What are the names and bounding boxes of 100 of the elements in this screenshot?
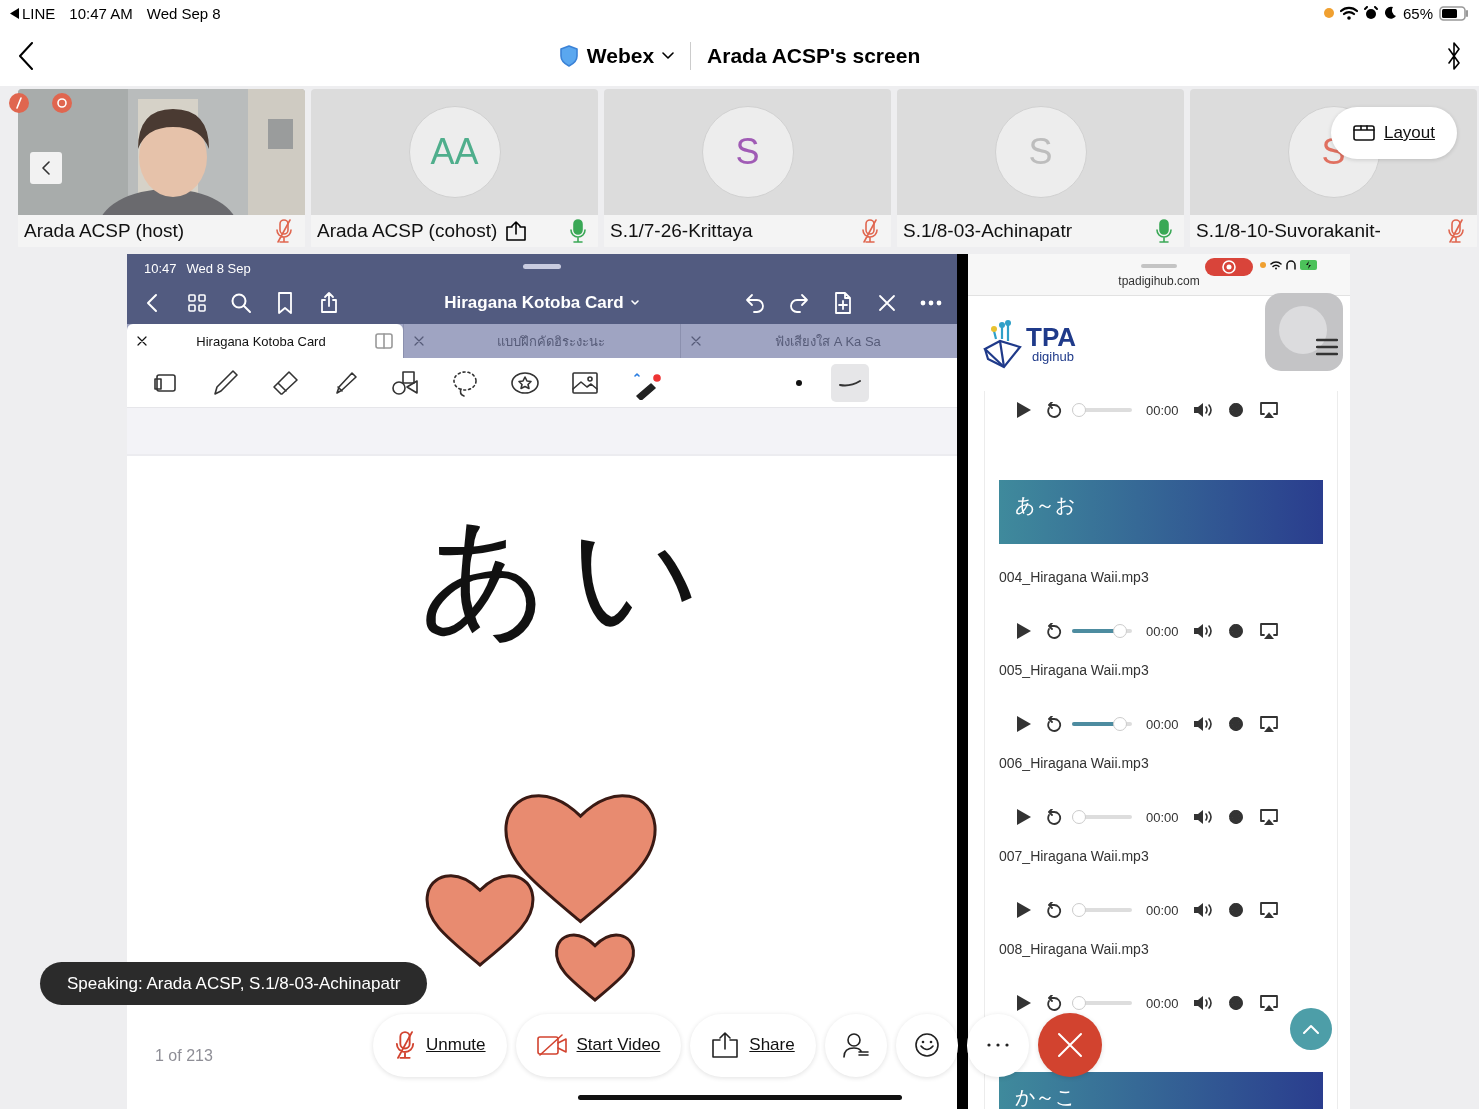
status-time: 10:47 AM — [69, 4, 133, 22]
play-icon[interactable] — [1016, 901, 1032, 919]
participant-name: Arada ACSP (cohost) — [317, 220, 498, 242]
dot-size-icon[interactable] — [795, 378, 803, 387]
time-text: 00:00 — [1146, 902, 1179, 918]
alarm-icon — [1363, 6, 1378, 20]
time-text: 00:00 — [1146, 402, 1179, 418]
battery-percentage: 65% — [1402, 4, 1433, 22]
wifi-icon — [1339, 6, 1358, 20]
moon-icon — [1383, 6, 1397, 20]
headphones-icon — [1286, 260, 1296, 270]
caret-icon — [629, 299, 640, 307]
screen-title: Arada ACSP's screen — [707, 44, 921, 68]
avatar-initials: S — [735, 131, 760, 173]
bluetooth-icon[interactable] — [1447, 41, 1461, 71]
file-name: 007_Hiragana Waii.mp3 — [999, 847, 1150, 866]
airplay-icon[interactable] — [1258, 401, 1279, 419]
section-banner: あ～お — [999, 480, 1323, 544]
participant-name: S.1/7-26-Krittaya — [610, 220, 753, 242]
replay-icon[interactable] — [1046, 995, 1062, 1011]
back-chevron-icon[interactable] — [18, 42, 34, 70]
play-icon[interactable] — [1016, 808, 1032, 826]
avatar-initials: AA — [430, 131, 479, 173]
url-text[interactable]: tpadigihub.com — [1118, 274, 1200, 288]
recording-badge-icon — [52, 93, 72, 113]
handwriting-text: あい — [419, 506, 721, 647]
play-icon[interactable] — [1016, 715, 1032, 733]
device-date: Wed 8 Sep — [186, 260, 251, 276]
airplay-icon[interactable] — [1258, 994, 1279, 1012]
page-indicator: 1 of 213 — [155, 1047, 213, 1065]
airplay-icon[interactable] — [1258, 808, 1279, 826]
privacy-indicator-icon — [1323, 8, 1334, 18]
speaking-indicator: Speaking: Arada ACSP, S.1/8-03-Achinapatr — [67, 973, 401, 994]
volume-icon[interactable] — [1192, 995, 1213, 1011]
back-triangle-icon[interactable] — [10, 7, 19, 19]
stroke-style-button[interactable] — [831, 363, 869, 402]
replay-icon[interactable] — [1046, 902, 1062, 918]
webex-menu-button[interactable]: Webex — [558, 44, 675, 68]
split-view-icon[interactable] — [375, 333, 393, 349]
participant-name: Arada ACSP (host) — [24, 220, 185, 242]
wifi-icon — [1270, 260, 1282, 270]
menu-icon[interactable] — [1316, 338, 1338, 356]
undo-icon[interactable] — [743, 291, 767, 315]
device-time: 10:47 — [144, 260, 177, 276]
seek-slider[interactable] — [1072, 717, 1132, 731]
seek-slider[interactable] — [1072, 903, 1132, 917]
airplay-icon[interactable] — [1258, 901, 1279, 919]
seek-slider[interactable] — [1072, 810, 1132, 824]
participant-name: S.1/8-03-Achinapatr — [903, 220, 1072, 242]
replay-icon[interactable] — [1046, 716, 1062, 732]
seek-slider[interactable] — [1072, 996, 1132, 1010]
record-icon — [1222, 260, 1236, 274]
scroll-top-button[interactable] — [1290, 1008, 1332, 1050]
search-icon[interactable] — [229, 291, 253, 315]
participants-icon — [842, 1032, 869, 1058]
time-text: 00:00 — [1146, 995, 1179, 1011]
participant-name: S.1/8-10-Suvorakanit- — [1196, 220, 1381, 242]
video-off-icon — [536, 1034, 567, 1056]
airplay-icon[interactable] — [1258, 622, 1279, 640]
file-name: 005_Hiragana Waii.mp3 — [999, 661, 1150, 680]
grid-icon[interactable] — [185, 291, 209, 315]
play-icon[interactable] — [1016, 401, 1032, 419]
assistive-touch-button[interactable] — [1265, 293, 1343, 371]
redo-icon[interactable] — [787, 291, 811, 315]
more-icon — [986, 1043, 1009, 1047]
collapse-button[interactable] — [30, 152, 62, 184]
close-icon — [1056, 1032, 1083, 1058]
layout-icon — [1352, 125, 1375, 141]
volume-icon[interactable] — [1192, 809, 1213, 825]
play-icon[interactable] — [1016, 622, 1032, 640]
logo-text: TPA — [1026, 324, 1077, 350]
muted-mic-badge-icon — [9, 93, 29, 113]
volume-icon[interactable] — [1192, 716, 1213, 732]
replay-icon[interactable] — [1046, 623, 1062, 639]
time-text: 00:00 — [1146, 623, 1179, 639]
smiley-icon — [913, 1032, 940, 1058]
file-name: 006_Hiragana Waii.mp3 — [999, 754, 1150, 773]
seek-slider[interactable] — [1072, 403, 1132, 417]
volume-icon[interactable] — [1192, 902, 1213, 918]
file-name: 004_Hiragana Waii.mp3 — [999, 568, 1150, 587]
airplay-icon[interactable] — [1258, 715, 1279, 733]
document-tab[interactable]: Hiragana Kotoba Card — [127, 324, 403, 358]
replay-icon[interactable] — [1046, 402, 1062, 418]
muted-mic-icon — [394, 1031, 416, 1059]
chevron-up-icon — [1303, 1024, 1319, 1034]
volume-icon[interactable] — [1192, 623, 1213, 639]
time-text: 00:00 — [1146, 716, 1179, 732]
replay-icon[interactable] — [1046, 809, 1062, 825]
logo-subtext: digihub — [1032, 350, 1075, 363]
close-icon[interactable] — [137, 336, 147, 346]
battery-charging-icon — [1300, 260, 1320, 270]
volume-icon[interactable] — [1192, 402, 1213, 418]
book-logo-icon — [982, 318, 1024, 369]
back-app-link[interactable]: LINE — [22, 4, 56, 22]
participant-tile[interactable]: S — [604, 89, 891, 215]
shield-icon — [558, 45, 579, 67]
document-title[interactable]: Hiragana Kotoba Card — [444, 293, 624, 313]
battery-icon — [1439, 5, 1469, 21]
play-icon[interactable] — [1016, 994, 1032, 1012]
seek-slider[interactable] — [1072, 624, 1132, 638]
